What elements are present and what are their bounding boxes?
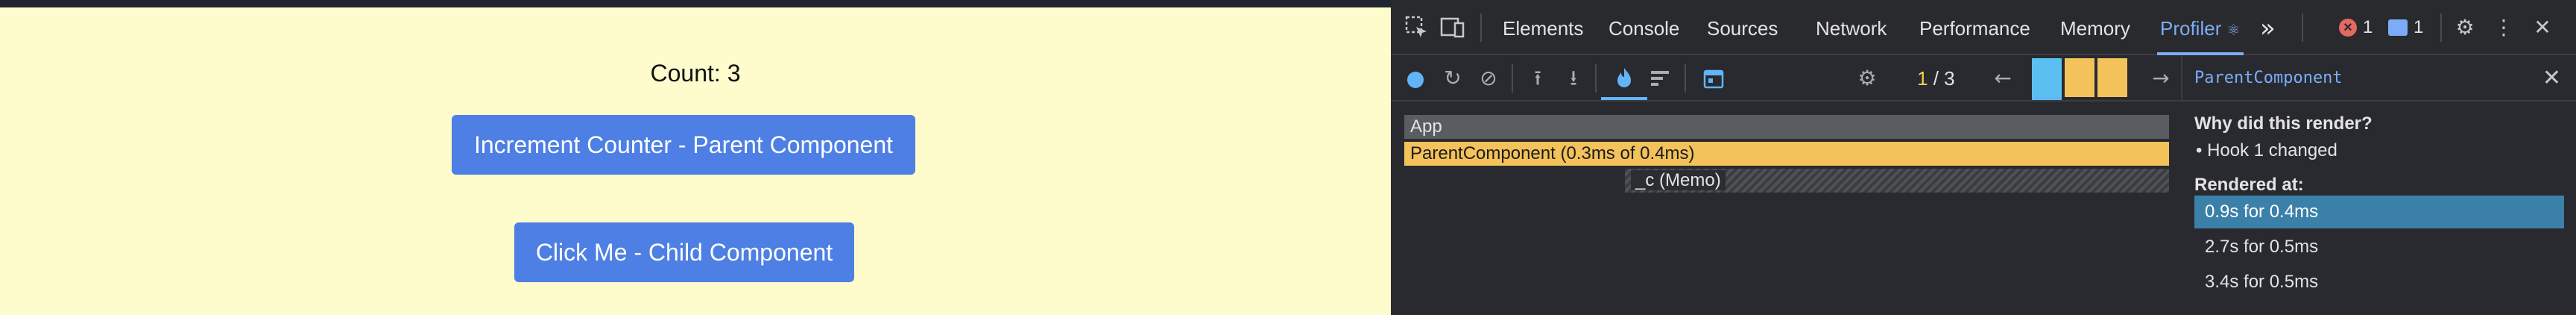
commit-bar[interactable] bbox=[2097, 58, 2127, 97]
increment-parent-button[interactable]: Increment Counter - Parent Component bbox=[452, 115, 915, 175]
tab-console[interactable]: Console bbox=[1609, 0, 1679, 55]
device-toolbar-icon[interactable] bbox=[1440, 15, 1465, 40]
flame-node-memo[interactable]: _c (Memo) bbox=[1625, 169, 2169, 193]
next-commit-icon[interactable]: → bbox=[2148, 66, 2174, 91]
error-badge[interactable]: × 1 bbox=[2339, 16, 2373, 39]
tab-memory[interactable]: Memory bbox=[2060, 0, 2130, 55]
tab-sources[interactable]: Sources bbox=[1707, 0, 1778, 55]
tab-network[interactable]: Network bbox=[1816, 0, 1887, 55]
close-icon[interactable]: ✕ bbox=[2542, 66, 2561, 91]
devtools-tabbar: Elements Console Sources Network Perform… bbox=[1391, 0, 2576, 55]
tab-elements[interactable]: Elements bbox=[1503, 0, 1583, 55]
gear-icon[interactable]: ⚙ bbox=[2452, 15, 2478, 40]
child-click-button[interactable]: Click Me - Child Component bbox=[514, 222, 854, 282]
detail-title: ParentComponent bbox=[2194, 69, 2343, 87]
close-icon[interactable]: ✕ bbox=[2530, 15, 2555, 40]
previous-commit-icon[interactable]: ← bbox=[1990, 66, 2015, 91]
browser-top-strip bbox=[0, 0, 1391, 7]
save-profile-icon[interactable]: ⭳ bbox=[1561, 66, 1586, 91]
commit-bar[interactable] bbox=[2065, 58, 2094, 97]
tab-performance[interactable]: Performance bbox=[1919, 0, 2030, 55]
render-item[interactable]: 0.9s for 0.4ms bbox=[2194, 196, 2564, 228]
flame-node-memo-label: _c (Memo) bbox=[1631, 170, 1726, 190]
more-tabs-icon[interactable]: » bbox=[2260, 0, 2276, 55]
commit-selected-indicator bbox=[2032, 97, 2062, 100]
error-count: 1 bbox=[2363, 17, 2373, 37]
profiler-toolbar: ↻ ⊘ ⭱ ⭳ ⚙ 1 / 3 ← → bbox=[1391, 55, 2182, 102]
flame-node-parent[interactable]: ParentComponent (0.3ms of 0.4ms) bbox=[1404, 142, 2169, 166]
error-icon: × bbox=[2339, 19, 2357, 37]
ranked-chart-icon[interactable] bbox=[1647, 66, 1673, 91]
tab-profiler[interactable]: Profiler ⚛ bbox=[2157, 0, 2244, 55]
commit-total: 3 bbox=[1944, 67, 1955, 90]
toolbar-separator bbox=[1595, 64, 1597, 93]
tab-separator bbox=[1480, 13, 1482, 42]
why-heading: Why did this render? bbox=[2194, 113, 2373, 134]
toolbar-separator bbox=[1512, 64, 1513, 93]
record-icon[interactable] bbox=[1407, 72, 1424, 88]
render-item[interactable]: 2.7s for 0.5ms bbox=[2194, 231, 2564, 263]
clear-profile-icon[interactable]: ⊘ bbox=[1476, 66, 1501, 91]
reload-profile-icon[interactable]: ↻ bbox=[1440, 66, 1465, 91]
render-list: 0.9s for 0.4ms 2.7s for 0.5ms 3.4s for 0… bbox=[2194, 196, 2564, 301]
commit-current: 1 bbox=[1917, 67, 1928, 90]
detail-header: ParentComponent ✕ bbox=[2182, 55, 2576, 102]
component-detail-panel: ParentComponent ✕ Why did this render? •… bbox=[2182, 55, 2576, 315]
tab-separator bbox=[2302, 13, 2303, 42]
profiler-settings-icon[interactable]: ⚙ bbox=[1854, 66, 1880, 91]
devtools-panel: Elements Console Sources Network Perform… bbox=[1391, 0, 2576, 315]
render-item[interactable]: 3.4s for 0.5ms bbox=[2194, 266, 2564, 299]
commit-counter: 1 / 3 bbox=[1917, 66, 1955, 91]
flamegraph-icon[interactable] bbox=[1611, 66, 1637, 91]
commit-separator: / bbox=[1933, 67, 1939, 90]
rendered-heading: Rendered at: bbox=[2194, 175, 2304, 195]
message-icon bbox=[2388, 19, 2408, 36]
tab-profiler-label: Profiler bbox=[2160, 17, 2222, 40]
react-icon: ⚛ bbox=[2226, 21, 2241, 39]
load-profile-icon[interactable]: ⭱ bbox=[1525, 66, 1550, 91]
message-count: 1 bbox=[2414, 17, 2424, 37]
why-item: • Hook 1 changed bbox=[2196, 140, 2337, 160]
kebab-menu-icon[interactable]: ⋮ bbox=[2491, 15, 2516, 40]
tab-separator bbox=[2440, 13, 2442, 42]
timeline-calendar-icon[interactable] bbox=[1701, 66, 1726, 91]
count-label: Count: 3 bbox=[650, 60, 741, 87]
select-element-icon[interactable] bbox=[1404, 15, 1430, 40]
toolbar-separator bbox=[1685, 64, 1686, 93]
flamegraph-active-indicator bbox=[1601, 97, 1647, 100]
commit-bar[interactable] bbox=[2032, 58, 2062, 97]
app-page: Count: 3 Increment Counter - Parent Comp… bbox=[0, 7, 1391, 315]
flame-node-app[interactable]: App bbox=[1404, 115, 2169, 139]
message-badge[interactable]: 1 bbox=[2388, 16, 2423, 39]
